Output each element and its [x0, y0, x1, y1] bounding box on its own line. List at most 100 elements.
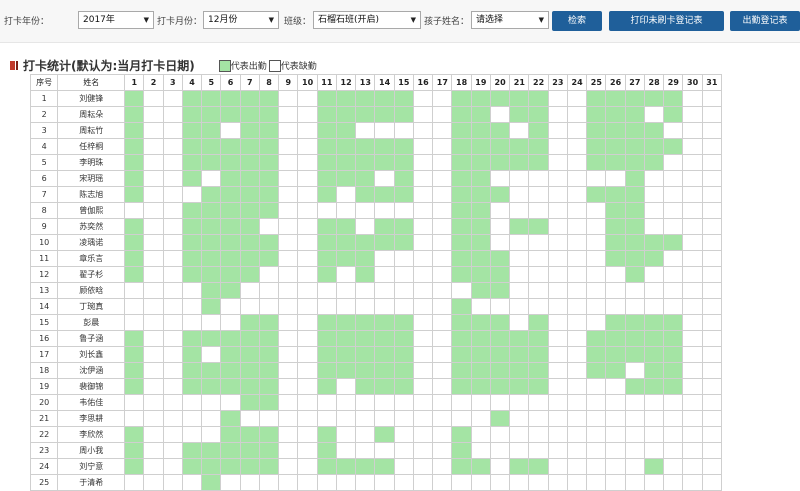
attendance-cell-absent: [258, 266, 280, 283]
attendance-cell-absent: [143, 346, 164, 363]
class-select[interactable]: 石榴石班(开启) ▼: [313, 11, 421, 29]
attendance-cell-absent: [643, 410, 665, 427]
attendance-cell-present: [643, 330, 665, 347]
attendance-register-button[interactable]: 出勤登记表: [730, 11, 800, 31]
attendance-cell-absent: [239, 282, 260, 299]
attendance-cell-present: [316, 90, 337, 107]
attendance-cell-present: [528, 458, 549, 475]
attendance-cell-absent: [547, 458, 568, 475]
attendance-cell-absent: [201, 426, 222, 443]
day-header: 17: [432, 74, 453, 91]
attendance-cell-present: [470, 234, 491, 251]
attendance-cell-absent: [297, 90, 318, 107]
attendance-cell-absent: [566, 458, 588, 475]
attendance-cell-absent: [566, 298, 588, 315]
attendance-cell-present: [124, 218, 145, 235]
attendance-cell-absent: [624, 458, 645, 475]
table-row: 17 刘长鑫: [29, 346, 723, 363]
attendance-cell-absent: [682, 106, 703, 123]
attendance-cell-absent: [220, 394, 241, 411]
attendance-cell-absent: [432, 410, 453, 427]
attendance-cell-present: [220, 330, 241, 347]
attendance-cell-absent: [451, 394, 472, 411]
attendance-cell-absent: [547, 394, 568, 411]
attendance-cell-absent: [412, 314, 434, 331]
attendance-cell-present: [393, 154, 414, 171]
attendance-cell-absent: [701, 154, 723, 171]
attendance-cell-present: [605, 122, 626, 139]
attendance-cell-absent: [355, 394, 376, 411]
attendance-cell-absent: [432, 106, 453, 123]
attendance-cell-absent: [701, 266, 723, 283]
attendance-cell-absent: [470, 426, 491, 443]
attendance-cell-present: [258, 122, 280, 139]
month-select[interactable]: 12月份 ▼: [203, 11, 279, 29]
day-header: 4: [181, 74, 203, 91]
day-header: 30: [682, 74, 703, 91]
attendance-cell-present: [220, 266, 241, 283]
attendance-cell-absent: [624, 426, 645, 443]
attendance-cell-present: [470, 202, 491, 219]
attendance-cell-present: [239, 314, 260, 331]
attendance-cell-present: [181, 362, 203, 379]
attendance-cell-absent: [335, 410, 357, 427]
attendance-cell-absent: [143, 138, 164, 155]
attendance-cell-present: [181, 106, 203, 123]
search-button[interactable]: 检索: [552, 11, 602, 31]
attendance-cell-absent: [586, 378, 607, 395]
attendance-cell-absent: [355, 426, 376, 443]
attendance-cell-present: [239, 234, 260, 251]
attendance-cell-absent: [278, 298, 299, 315]
attendance-cell-present: [605, 330, 626, 347]
attendance-cell-present: [355, 90, 376, 107]
attendance-cell-absent: [162, 378, 183, 395]
attendance-cell-present: [605, 346, 626, 363]
attendance-cell-present: [316, 186, 337, 203]
attendance-cell-present: [124, 170, 145, 187]
attendance-cell-absent: [297, 218, 318, 235]
attendance-cell-absent: [682, 154, 703, 171]
attendance-cell-absent: [181, 474, 203, 491]
attendance-cell-absent: [547, 154, 568, 171]
attendance-cell-absent: [682, 410, 703, 427]
attendance-cell-absent: [355, 474, 376, 491]
title-marker: [16, 61, 18, 70]
print-unswiped-button[interactable]: 打印未刷卡登记表: [609, 11, 724, 31]
attendance-cell-present: [239, 330, 260, 347]
attendance-cell-present: [586, 122, 607, 139]
attendance-cell-absent: [547, 298, 568, 315]
attendance-cell-present: [355, 346, 376, 363]
attendance-cell-absent: [701, 122, 723, 139]
attendance-cell-present: [624, 218, 645, 235]
child-select[interactable]: 请选择 ▼: [471, 11, 549, 29]
row-name: 于清希: [57, 474, 126, 491]
attendance-cell-absent: [586, 250, 607, 267]
row-seq: 16: [29, 330, 59, 347]
row-name: 宋玥瑶: [57, 170, 126, 187]
attendance-cell-present: [374, 218, 395, 235]
attendance-cell-present: [220, 90, 241, 107]
attendance-cell-present: [239, 106, 260, 123]
attendance-cell-absent: [701, 282, 723, 299]
attendance-cell-present: [528, 378, 549, 395]
attendance-cell-absent: [566, 202, 588, 219]
attendance-cell-present: [643, 458, 665, 475]
attendance-cell-absent: [239, 410, 260, 427]
attendance-cell-absent: [181, 426, 203, 443]
attendance-cell-present: [624, 122, 645, 139]
attendance-cell-present: [316, 458, 337, 475]
attendance-cell-absent: [566, 106, 588, 123]
column-header-seq: 序号: [29, 74, 59, 91]
chevron-down-icon: ▼: [538, 16, 544, 24]
attendance-cell-absent: [643, 394, 665, 411]
attendance-cell-absent: [355, 218, 376, 235]
attendance-cell-absent: [432, 442, 453, 459]
attendance-cell-present: [451, 106, 472, 123]
attendance-cell-absent: [586, 442, 607, 459]
attendance-cell-absent: [412, 90, 434, 107]
row-seq: 22: [29, 426, 59, 443]
attendance-cell-present: [181, 458, 203, 475]
year-select[interactable]: 2017年 ▼: [78, 11, 154, 29]
attendance-cell-present: [181, 330, 203, 347]
day-header: 14: [374, 74, 395, 91]
